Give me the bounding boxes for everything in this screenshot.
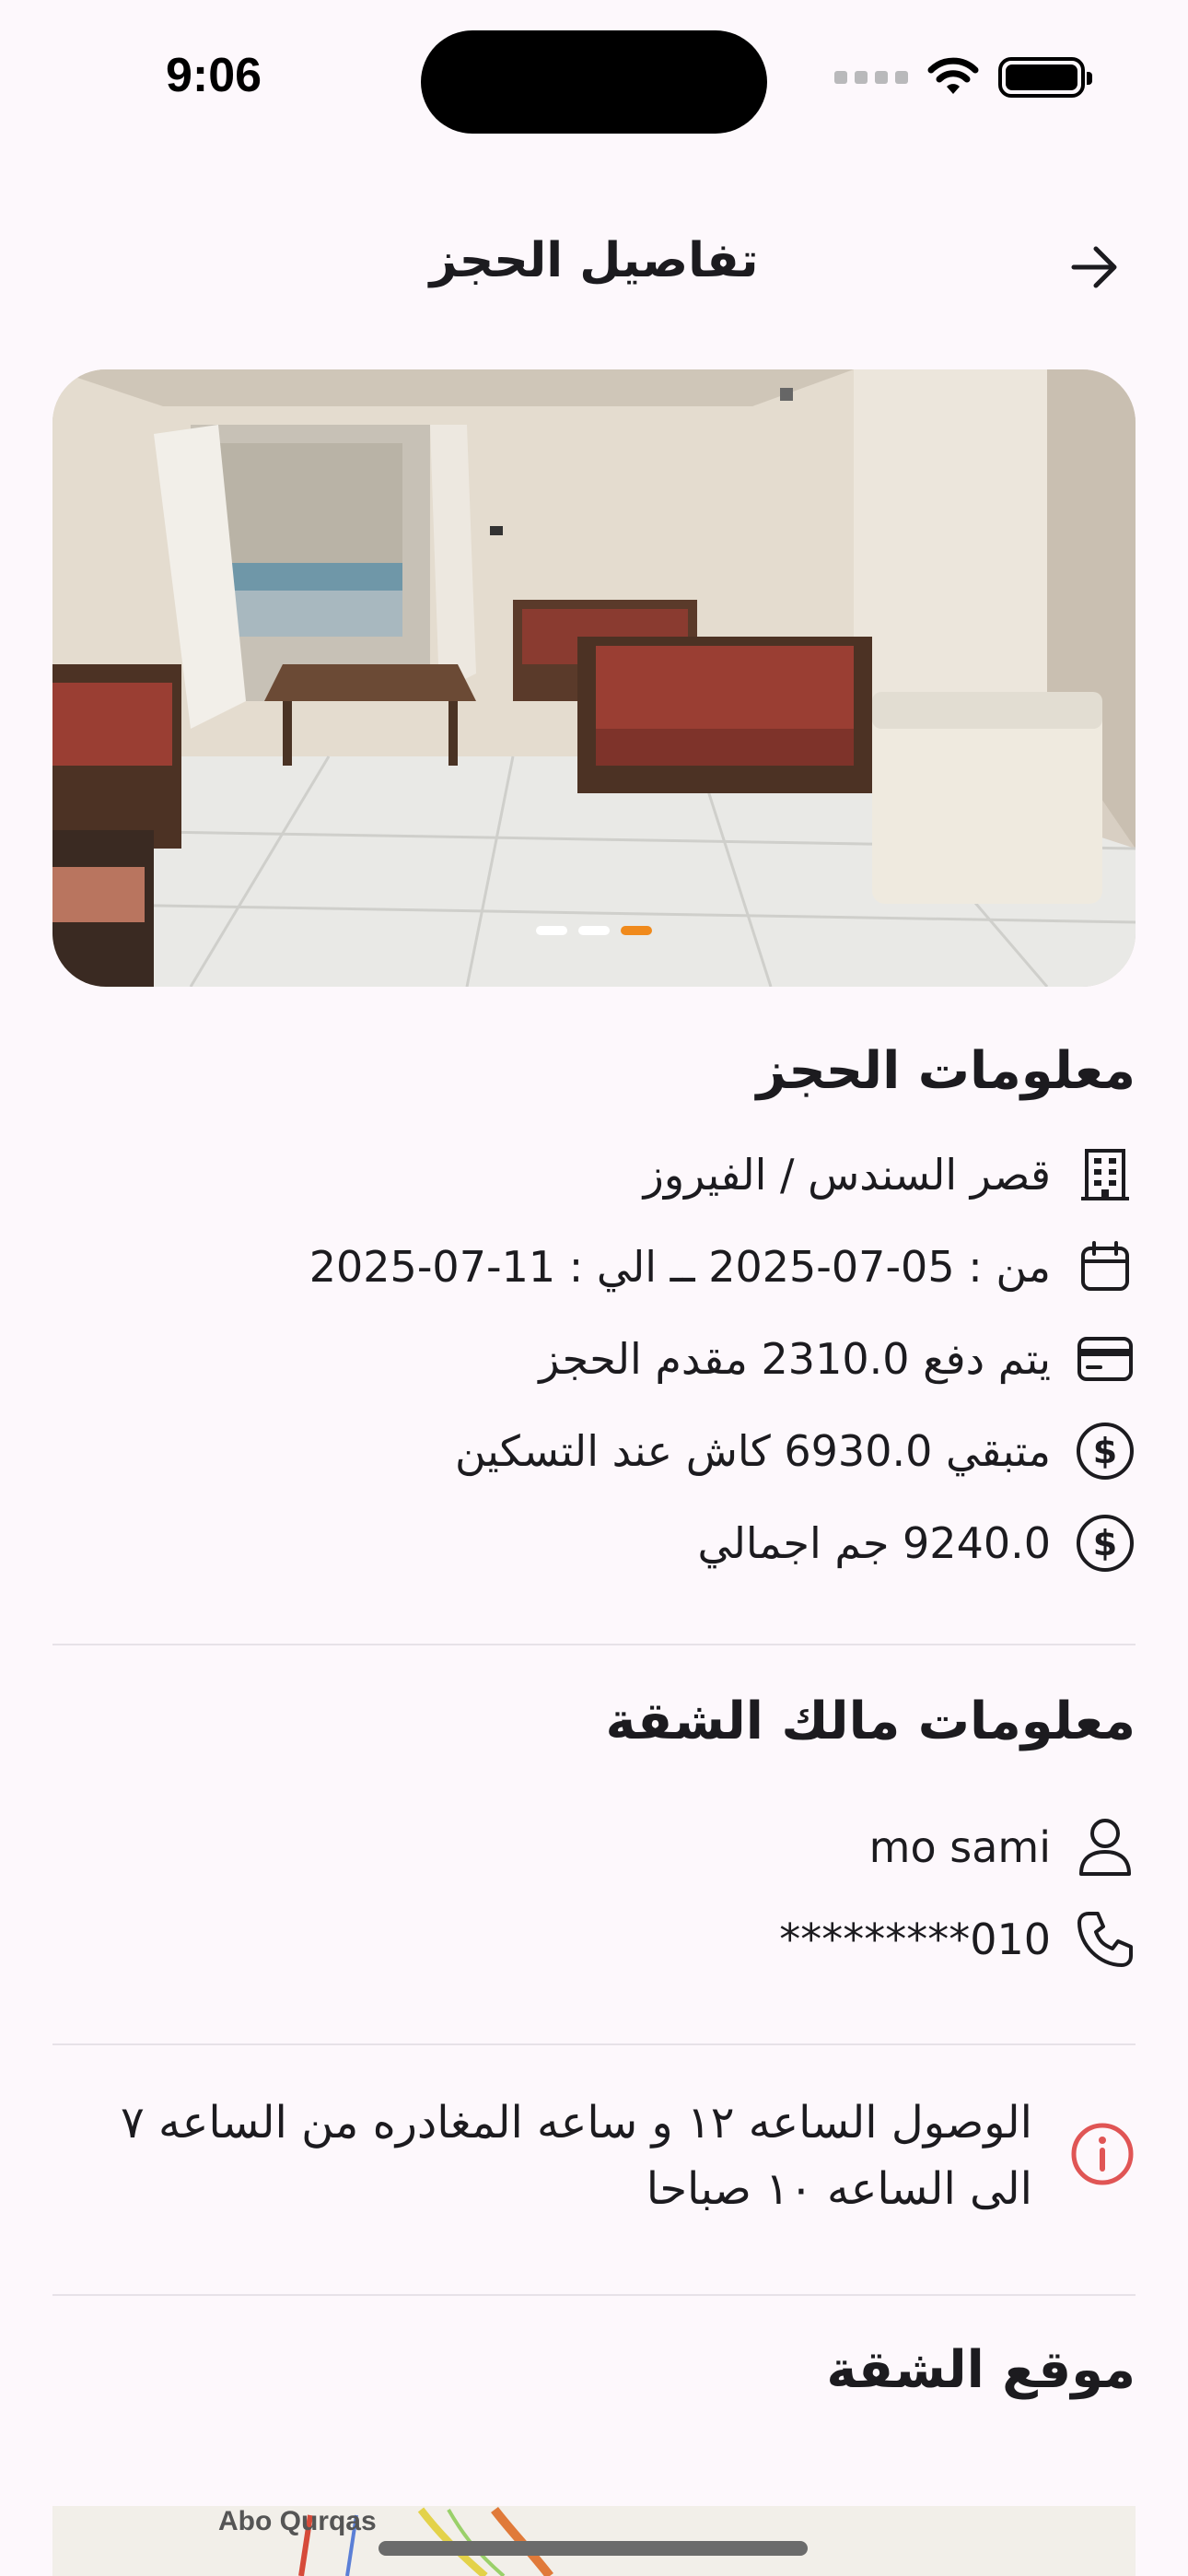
divider: [52, 1644, 1136, 1645]
location-title: موقع الشقة: [826, 2340, 1136, 2400]
user-icon: [1075, 1817, 1136, 1878]
svg-text:$: $: [1093, 1523, 1117, 1563]
booking-dates: من : 05-07-2025 ــ الي : 11-07-2025: [309, 1242, 1051, 1292]
property-row: قصر السندس / الفيروز: [644, 1144, 1136, 1205]
calendar-icon: [1075, 1236, 1136, 1297]
arrow-right-icon: [1071, 246, 1117, 288]
credit-card-icon: [1075, 1329, 1136, 1389]
property-name: قصر السندس / الفيروز: [643, 1150, 1051, 1200]
header: تفاصيل الحجز: [0, 217, 1188, 318]
booking-info-title: معلومات الحجز: [756, 1041, 1136, 1101]
phone-icon[interactable]: [1075, 1909, 1136, 1970]
image-gallery[interactable]: [52, 369, 1136, 987]
status-time: 9:06: [166, 49, 262, 102]
status-bar: 9:06: [0, 0, 1188, 161]
building-icon: [1075, 1144, 1136, 1205]
info-icon: [1069, 2121, 1136, 2191]
status-icons: [834, 57, 1092, 98]
svg-text:$: $: [1093, 1431, 1117, 1471]
owner-phone[interactable]: 010*********: [779, 1914, 1051, 1964]
paid-amount: يتم دفع 2310.0 مقدم الحجز: [539, 1334, 1051, 1384]
dynamic-island: [421, 30, 767, 134]
back-button[interactable]: [1065, 237, 1125, 298]
remaining-row: $ متبقي 6930.0 كاش عند التسكين: [455, 1421, 1136, 1481]
owner-name: mo sami: [868, 1822, 1051, 1872]
dollar-icon: $: [1075, 1513, 1136, 1574]
battery-icon: [998, 57, 1092, 98]
dates-row: من : 05-07-2025 ــ الي : 11-07-2025: [309, 1236, 1136, 1297]
owner-phone-row[interactable]: 010*********: [779, 1909, 1136, 1970]
owner-info-title: معلومات مالك الشقة: [605, 1692, 1136, 1751]
divider: [52, 2294, 1136, 2296]
signal-icon: [834, 71, 908, 84]
total-amount: 9240.0 جم اجمالي: [697, 1518, 1051, 1568]
gallery-dot[interactable]: [578, 926, 610, 935]
home-indicator[interactable]: [379, 2541, 808, 2556]
page-title: تفاصيل الحجز: [429, 233, 759, 288]
remaining-amount: متبقي 6930.0 كاش عند التسكين: [454, 1426, 1051, 1476]
paid-row: يتم دفع 2310.0 مقدم الحجز: [539, 1329, 1136, 1389]
arrival-note: الوصول الساعه ١٢ و ساعه المغادره من السا…: [52, 2090, 1136, 2222]
owner-name-row: mo sami: [869, 1817, 1136, 1878]
divider: [52, 2043, 1136, 2045]
apartment-photo: [52, 369, 1136, 987]
gallery-dot-active[interactable]: [621, 926, 652, 935]
arrival-note-text: الوصول الساعه ١٢ و ساعه المغادره من السا…: [121, 2097, 1032, 2215]
dollar-icon: $: [1075, 1421, 1136, 1481]
wifi-icon: [927, 57, 979, 94]
total-row: $ 9240.0 جم اجمالي: [698, 1513, 1136, 1574]
gallery-dots[interactable]: [52, 926, 1136, 935]
gallery-dot[interactable]: [536, 926, 567, 935]
map-place-label: Abo Qurqas: [218, 2506, 377, 2536]
